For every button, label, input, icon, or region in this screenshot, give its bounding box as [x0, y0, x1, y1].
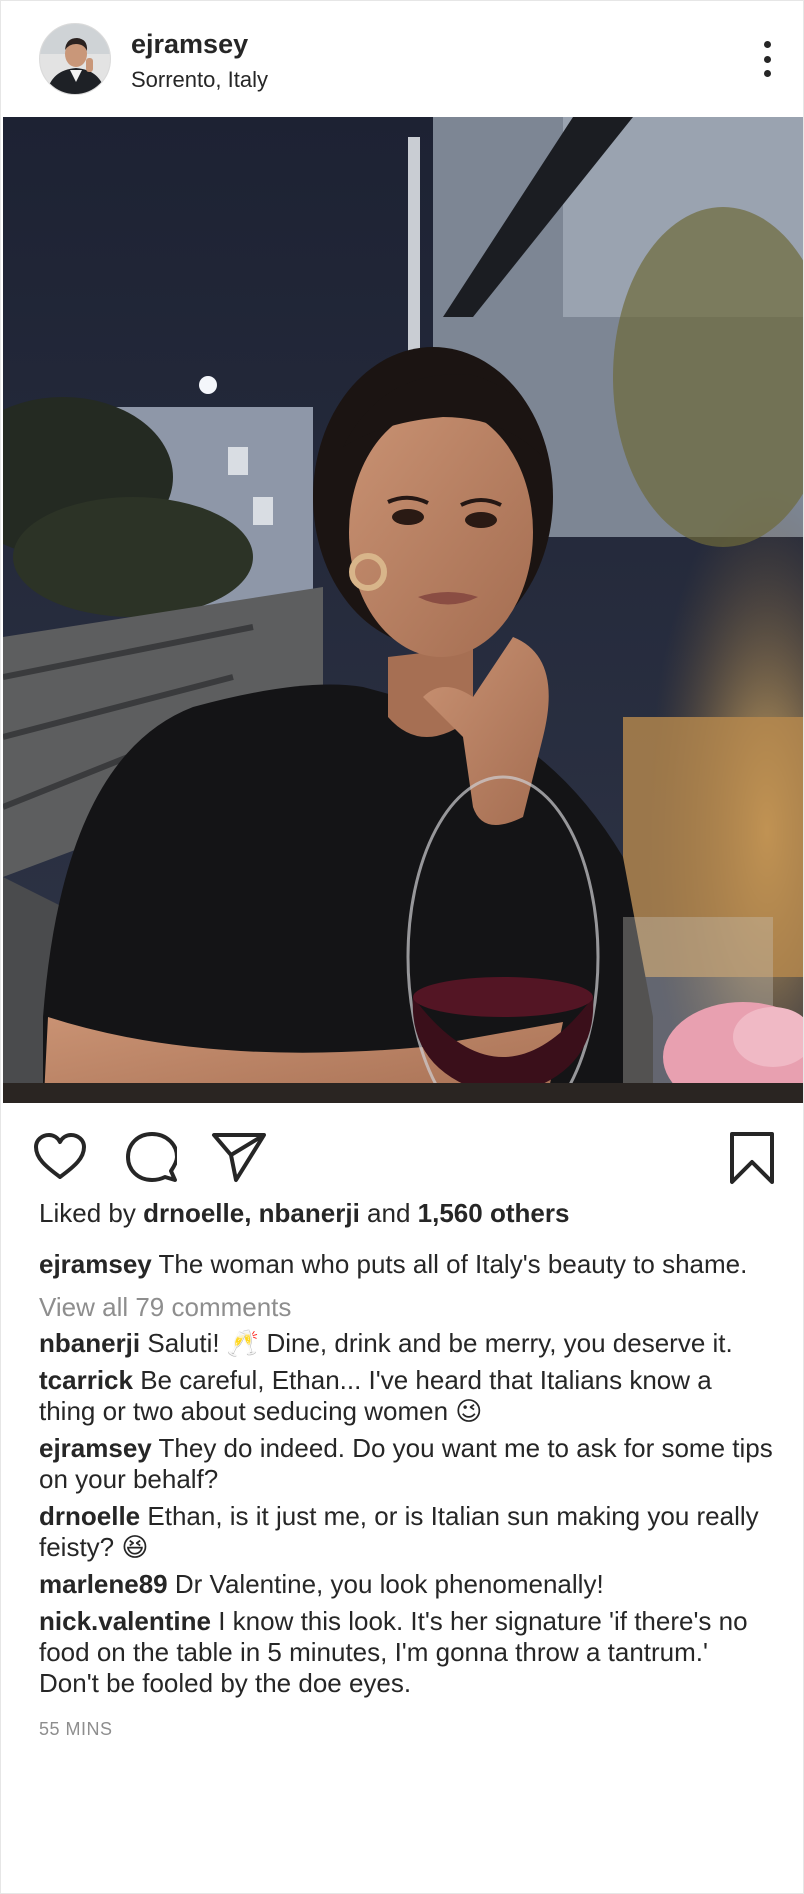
caption-text: The woman who puts all of Italy's beauty…	[158, 1249, 748, 1279]
post-card: ejramsey Sorrento, Italy Liked by drnoel…	[0, 0, 804, 1894]
bookmark-icon[interactable]	[729, 1131, 775, 1185]
likes-prefix: Liked by	[39, 1198, 136, 1228]
post-timestamp: 55 MINS	[39, 1719, 113, 1739]
comment-item: drnoelle Ethan, is it just me, or is Ita…	[39, 1501, 774, 1563]
comment-text: Saluti! 🥂 Dine, drink and be merry, you …	[147, 1328, 733, 1358]
paper-plane-icon[interactable]	[211, 1131, 267, 1183]
likes-others[interactable]: 1,560 others	[418, 1198, 570, 1228]
more-options-icon[interactable]	[761, 41, 773, 77]
comment-text: Be careful, Ethan... I've heard that Ita…	[39, 1365, 712, 1426]
more-dot	[763, 41, 771, 48]
post-caption: ejramsey The woman who puts all of Italy…	[39, 1248, 774, 1281]
comment-username[interactable]: marlene89	[39, 1569, 168, 1599]
comment-text: Dr Valentine, you look phenomenally!	[174, 1569, 604, 1599]
more-dot	[763, 55, 771, 63]
post-text-area: Liked by drnoelle, nbanerji and 1,560 ot…	[39, 1197, 774, 1746]
post-author-username[interactable]: ejramsey	[131, 29, 248, 60]
likes-connector: and	[367, 1198, 411, 1228]
comment-item: marlene89 Dr Valentine, you look phenome…	[39, 1569, 774, 1600]
post-photo[interactable]	[3, 117, 803, 1103]
comment-item: tcarrick Be careful, Ethan... I've heard…	[39, 1365, 774, 1427]
more-dot	[763, 70, 771, 77]
post-location[interactable]: Sorrento, Italy	[131, 67, 268, 93]
heart-icon[interactable]	[33, 1131, 87, 1181]
comment-bubble-icon[interactable]	[125, 1131, 177, 1183]
comment-text: Ethan, is it just me, or is Italian sun …	[39, 1501, 759, 1562]
comment-item: ejramsey They do indeed. Do you want me …	[39, 1433, 774, 1495]
post-header: ejramsey Sorrento, Italy	[1, 1, 803, 117]
likes-summary[interactable]: Liked by drnoelle, nbanerji and 1,560 ot…	[39, 1197, 774, 1230]
view-all-comments-link[interactable]: View all 79 comments	[39, 1291, 774, 1324]
comment-username[interactable]: nbanerji	[39, 1328, 140, 1358]
avatar[interactable]	[39, 23, 111, 95]
comment-username[interactable]: ejramsey	[39, 1433, 152, 1463]
comment-username[interactable]: nick.valentine	[39, 1606, 211, 1636]
likes-users[interactable]: drnoelle, nbanerji	[143, 1198, 360, 1228]
caption-username[interactable]: ejramsey	[39, 1249, 152, 1279]
comment-username[interactable]: tcarrick	[39, 1365, 133, 1395]
post-actions	[1, 1103, 804, 1203]
comment-item: nick.valentine I know this look. It's he…	[39, 1606, 774, 1699]
comment-username[interactable]: drnoelle	[39, 1501, 140, 1531]
comment-item: nbanerji Saluti! 🥂 Dine, drink and be me…	[39, 1328, 774, 1359]
